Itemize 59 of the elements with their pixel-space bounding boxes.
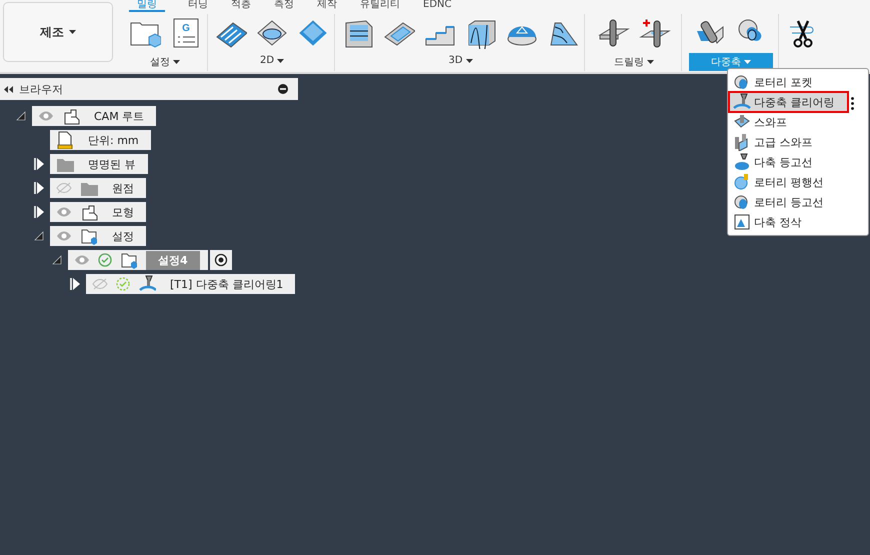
browser-title: 브라우저 [19, 82, 64, 96]
menu-item[interactable]: 로터리 포켓 [729, 72, 867, 92]
node-label: 원점 [111, 180, 135, 196]
collapsed-triangle-icon[interactable] [70, 278, 80, 290]
panel-dropdown[interactable]: 드릴링 [592, 53, 676, 71]
panel-dropdown[interactable]: 설정 [128, 53, 202, 71]
tree-node[interactable]: CAM 루트 [32, 106, 156, 126]
tool-icon [733, 93, 751, 111]
component-icon [62, 107, 80, 125]
collapsed-triangle-icon[interactable] [34, 182, 44, 194]
target-radio[interactable] [210, 250, 232, 270]
minimize-icon[interactable] [278, 84, 288, 94]
tree-node[interactable]: 원점 [50, 178, 146, 198]
tool-icon [138, 275, 156, 293]
menu-item[interactable]: 로터리 등고선 [729, 192, 867, 212]
collapsed-triangle-icon[interactable] [34, 158, 44, 170]
caret-icon [69, 30, 76, 34]
caret-icon [173, 60, 180, 64]
panel-dropdown[interactable]: 2D [238, 53, 306, 68]
node-label: 설정 [111, 228, 135, 244]
node-label: 모형 [111, 204, 135, 220]
rotary-tool-icon [733, 173, 751, 191]
menu-item[interactable]: 다중축 클리어링 [729, 92, 848, 112]
drill-plus-icon[interactable] [638, 17, 670, 49]
more-options-icon[interactable] [851, 97, 854, 110]
tree-node[interactable]: 단위: mm [50, 130, 151, 150]
collapse-icon[interactable] [4, 86, 13, 92]
workspace-dropdown[interactable]: 제조 [3, 2, 113, 62]
folder-cube-icon [120, 251, 138, 269]
collapsed-triangle-icon[interactable] [34, 206, 44, 218]
tool-icon [733, 153, 751, 171]
panel-dropdown[interactable]: 3D [426, 53, 495, 68]
caret-icon [277, 58, 284, 62]
node-label: 설정4 [146, 250, 200, 270]
menu-item[interactable]: 다축 등고선 [729, 152, 867, 172]
menu-item[interactable]: 다축 정삭 [729, 212, 867, 232]
folder-cube-icon [80, 227, 98, 245]
tree-node[interactable]: 설정 [50, 226, 146, 246]
caret-icon [466, 58, 473, 62]
expanded-triangle-icon[interactable] [34, 231, 44, 241]
node-label: 명명된 뷰 [87, 156, 136, 172]
drill-plate-icon[interactable] [598, 17, 630, 49]
tool-icon [733, 213, 751, 231]
expanded-triangle-icon[interactable] [16, 111, 26, 121]
expanded-triangle-icon[interactable] [52, 255, 62, 265]
node-label: 단위: mm [87, 132, 140, 148]
node-label: CAM 루트 [93, 108, 146, 124]
tree-node[interactable]: 명명된 뷰 [50, 154, 148, 174]
component-icon [80, 203, 98, 221]
tree-node[interactable]: [T1] 다중축 클리어링1 [86, 274, 296, 294]
caret-icon [744, 60, 751, 64]
menu-item[interactable]: 고급 스와프 [729, 132, 867, 152]
menu-item[interactable]: 스와프 [729, 112, 867, 132]
document-ruler-icon [56, 131, 74, 149]
caret-icon [647, 60, 654, 64]
document-letter: G [182, 23, 190, 34]
tree-node[interactable]: 모형 [50, 202, 146, 222]
node-label: [T1] 다중축 클리어링1 [169, 276, 284, 292]
menu-item[interactable]: 로터리 평행선 [729, 172, 867, 192]
